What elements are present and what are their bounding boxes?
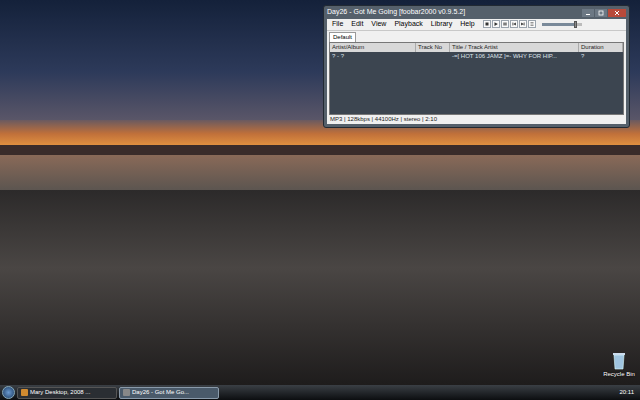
recycle-bin-icon xyxy=(612,352,626,370)
clock[interactable]: 20:11 xyxy=(615,388,638,397)
play-icon[interactable] xyxy=(492,20,500,28)
desktop: Day26 - Got Me Going [foobar2000 v0.9.5.… xyxy=(0,0,640,385)
desktop-screen: Day26 - Got Me Going [foobar2000 v0.9.5.… xyxy=(0,0,640,400)
volume-slider[interactable] xyxy=(542,23,582,26)
menu-bar: FileEditViewPlaybackLibraryHelp xyxy=(327,19,626,31)
menu-item[interactable]: Edit xyxy=(348,19,366,30)
pause-icon[interactable] xyxy=(501,20,509,28)
playlist: Artist/AlbumTrack NoTitle / Track Artist… xyxy=(329,42,624,116)
menu-item[interactable]: Library xyxy=(428,19,455,30)
random-icon[interactable] xyxy=(528,20,536,28)
status-bar: MP3 | 128kbps | 44100Hz | stereo | 2:10 xyxy=(327,115,626,124)
column-header[interactable]: Artist/Album xyxy=(330,43,416,52)
next-icon[interactable] xyxy=(519,20,527,28)
taskbar-button[interactable]: Day26 - Got Me Go... xyxy=(119,387,219,399)
column-header[interactable]: Track No xyxy=(416,43,450,52)
menu-item[interactable]: Playback xyxy=(391,19,425,30)
app-icon xyxy=(123,389,130,396)
tab-bar: Default xyxy=(327,31,626,42)
previous-icon[interactable] xyxy=(510,20,518,28)
title-bar[interactable]: Day26 - Got Me Going [foobar2000 v0.9.5.… xyxy=(324,6,629,19)
column-header[interactable]: Title / Track Artist xyxy=(450,43,579,52)
start-button[interactable] xyxy=(2,386,15,399)
window-title: Day26 - Got Me Going [foobar2000 v0.9.5.… xyxy=(327,7,465,18)
foobar-window: Day26 - Got Me Going [foobar2000 v0.9.5.… xyxy=(323,5,630,128)
taskbar: Mary Desktop, 2008 ...Day26 - Got Me Go.… xyxy=(0,385,640,400)
menu-item[interactable]: View xyxy=(368,19,389,30)
app-icon xyxy=(21,389,28,396)
minimize-icon[interactable] xyxy=(582,9,594,17)
menu-item[interactable]: File xyxy=(329,19,346,30)
taskbar-button[interactable]: Mary Desktop, 2008 ... xyxy=(17,387,117,399)
recycle-bin[interactable]: Recycle Bin xyxy=(601,352,637,379)
column-header[interactable]: Duration xyxy=(579,43,623,52)
stop-icon[interactable] xyxy=(483,20,491,28)
playlist-row[interactable]: ? - ?-=[ HOT 106 JAMZ ]=- WHY FOR HIP...… xyxy=(330,52,623,61)
playlist-header: Artist/AlbumTrack NoTitle / Track Artist… xyxy=(330,43,623,52)
menu-item[interactable]: Help xyxy=(457,19,477,30)
playlist-tab[interactable]: Default xyxy=(329,32,356,42)
close-icon[interactable] xyxy=(608,9,626,17)
maximize-icon[interactable] xyxy=(595,9,607,17)
